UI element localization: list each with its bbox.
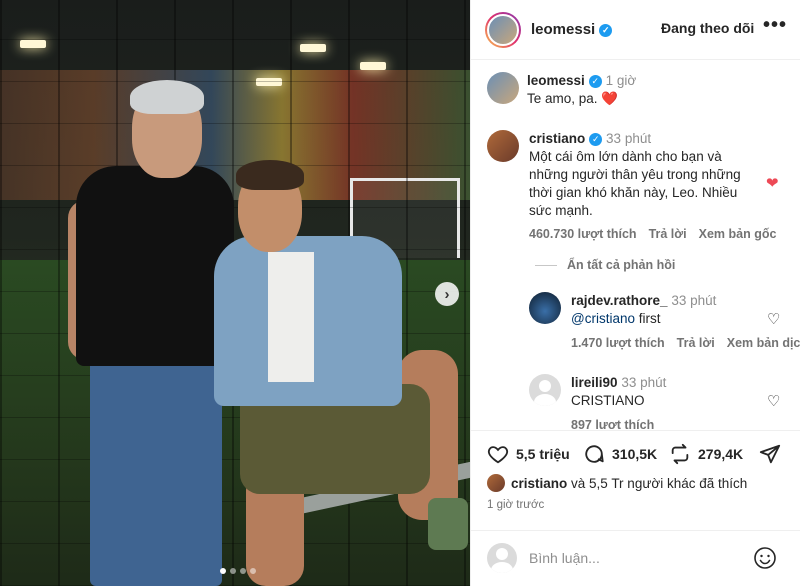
mention-link[interactable]: @cristiano	[571, 311, 635, 326]
post-time: 1 giờ trước	[487, 499, 545, 511]
caption-text: Te amo, pa. ❤️	[527, 91, 619, 106]
person-1-jeans	[90, 356, 222, 586]
following-button[interactable]: Đang theo dõi	[661, 20, 754, 36]
comment-username[interactable]: cristiano	[529, 131, 585, 146]
like-heart-icon[interactable]: ♡	[767, 392, 780, 410]
person-1-hair	[130, 80, 204, 114]
post-photo[interactable]: ›	[0, 0, 470, 586]
liked-by-avatar	[487, 474, 505, 492]
share-button[interactable]	[759, 443, 788, 465]
comment-icon	[585, 445, 604, 463]
reply-username[interactable]: rajdev.rathore_	[571, 293, 668, 308]
verified-icon: ✓	[599, 24, 613, 37]
liked-by-rest[interactable]: và 5,5 Tr người khác đã thích	[567, 476, 747, 491]
like-heart-icon[interactable]: ♡	[767, 310, 780, 328]
hide-replies-button[interactable]: Ẩn tất cả phản hồi	[535, 258, 675, 272]
see-translation-button[interactable]: Xem bản dịch	[727, 336, 800, 350]
repost-icon	[671, 443, 689, 465]
like-count: 5,5 triệu	[516, 446, 570, 462]
verified-icon: ✓	[588, 74, 602, 88]
reply-likes[interactable]: 1.470 lượt thích	[571, 336, 665, 350]
reply-avatar[interactable]	[529, 374, 561, 406]
liked-heart-icon[interactable]: ❤	[766, 174, 779, 192]
heart-icon	[487, 446, 509, 464]
carousel-dot	[230, 568, 236, 574]
caption: leomessi ✓ 1 giờ Te amo, pa. ❤️	[527, 72, 787, 108]
carousel-dot	[240, 568, 246, 574]
comment-count: 310,5K	[612, 446, 658, 462]
reply-likes[interactable]: 897 lượt thích	[571, 418, 654, 430]
reply-username[interactable]: lireili90	[571, 375, 618, 390]
emoji-icon[interactable]	[753, 546, 777, 570]
carousel-dots	[220, 568, 256, 574]
comment: cristiano ✓ 33 phút Một cái ôm lớn dành c…	[529, 130, 761, 220]
post-side-panel: leomessi ✓ Đang theo dõi ••• leomessi ✓ 1 …	[470, 0, 800, 586]
caption-avatar[interactable]	[487, 72, 519, 104]
comment-button[interactable]: 310,5K	[583, 443, 657, 465]
reply-avatar[interactable]	[529, 292, 561, 324]
reply-text: first	[634, 311, 661, 326]
reply-button[interactable]: Trả lời	[677, 336, 715, 350]
person-1-shirt	[76, 166, 234, 366]
person-2-shoe	[428, 498, 468, 550]
reply-time: 33 phút	[671, 293, 717, 308]
reply-meta: 897 lượt thích	[571, 418, 654, 430]
comment-input[interactable]: Bình luận...	[529, 550, 600, 566]
carousel-dot	[250, 568, 256, 574]
chevron-right-icon: ›	[444, 285, 450, 303]
user-avatar	[487, 543, 517, 573]
reply: lireili90 33 phút CRISTIANO	[571, 374, 793, 410]
person-2-shirt	[268, 252, 314, 382]
reply-time: 33 phút	[621, 375, 667, 390]
author-username[interactable]: leomessi ✓	[531, 21, 613, 38]
comment-bar: Bình luận...	[471, 530, 800, 586]
see-original-button[interactable]: Xem bản gốc	[699, 227, 777, 241]
comment-time: 33 phút	[606, 131, 652, 146]
more-options-icon[interactable]: •••	[763, 14, 787, 37]
repost-count: 279,4K	[698, 446, 744, 462]
carousel-dot	[220, 568, 226, 574]
caption-username[interactable]: leomessi	[527, 73, 585, 88]
comment-text: Một cái ôm lớn dành cho bạn và những ngư…	[529, 149, 741, 218]
verified-icon: ✓	[589, 132, 603, 146]
caption-time: 1 giờ	[605, 73, 637, 88]
post-actions: 5,5 triệu 310,5K 279,4K	[471, 430, 800, 476]
post-header: leomessi ✓ Đang theo dõi •••	[471, 0, 800, 60]
comment-avatar[interactable]	[487, 130, 519, 162]
comment-likes[interactable]: 460.730 lượt thích	[529, 227, 637, 241]
liked-by: cristiano và 5,5 Tr người khác đã thích	[487, 474, 747, 492]
send-icon	[759, 444, 781, 464]
comment-meta: 460.730 lượt thích Trả lời Xem bản gốc	[529, 227, 776, 241]
person-2-hair	[236, 160, 304, 190]
next-photo-button[interactable]: ›	[435, 282, 459, 306]
reply-meta: 1.470 lượt thích Trả lời Xem bản dịch	[571, 336, 800, 350]
like-button[interactable]: 5,5 triệu	[487, 443, 570, 465]
liked-by-user[interactable]: cristiano	[511, 476, 567, 491]
reply-button[interactable]: Trả lời	[649, 227, 687, 241]
repost-button[interactable]: 279,4K	[669, 443, 743, 465]
author-avatar[interactable]	[485, 11, 521, 48]
reply: rajdev.rathore_ 33 phút @cristiano first	[571, 292, 793, 328]
reply-text: CRISTIANO	[571, 393, 645, 408]
